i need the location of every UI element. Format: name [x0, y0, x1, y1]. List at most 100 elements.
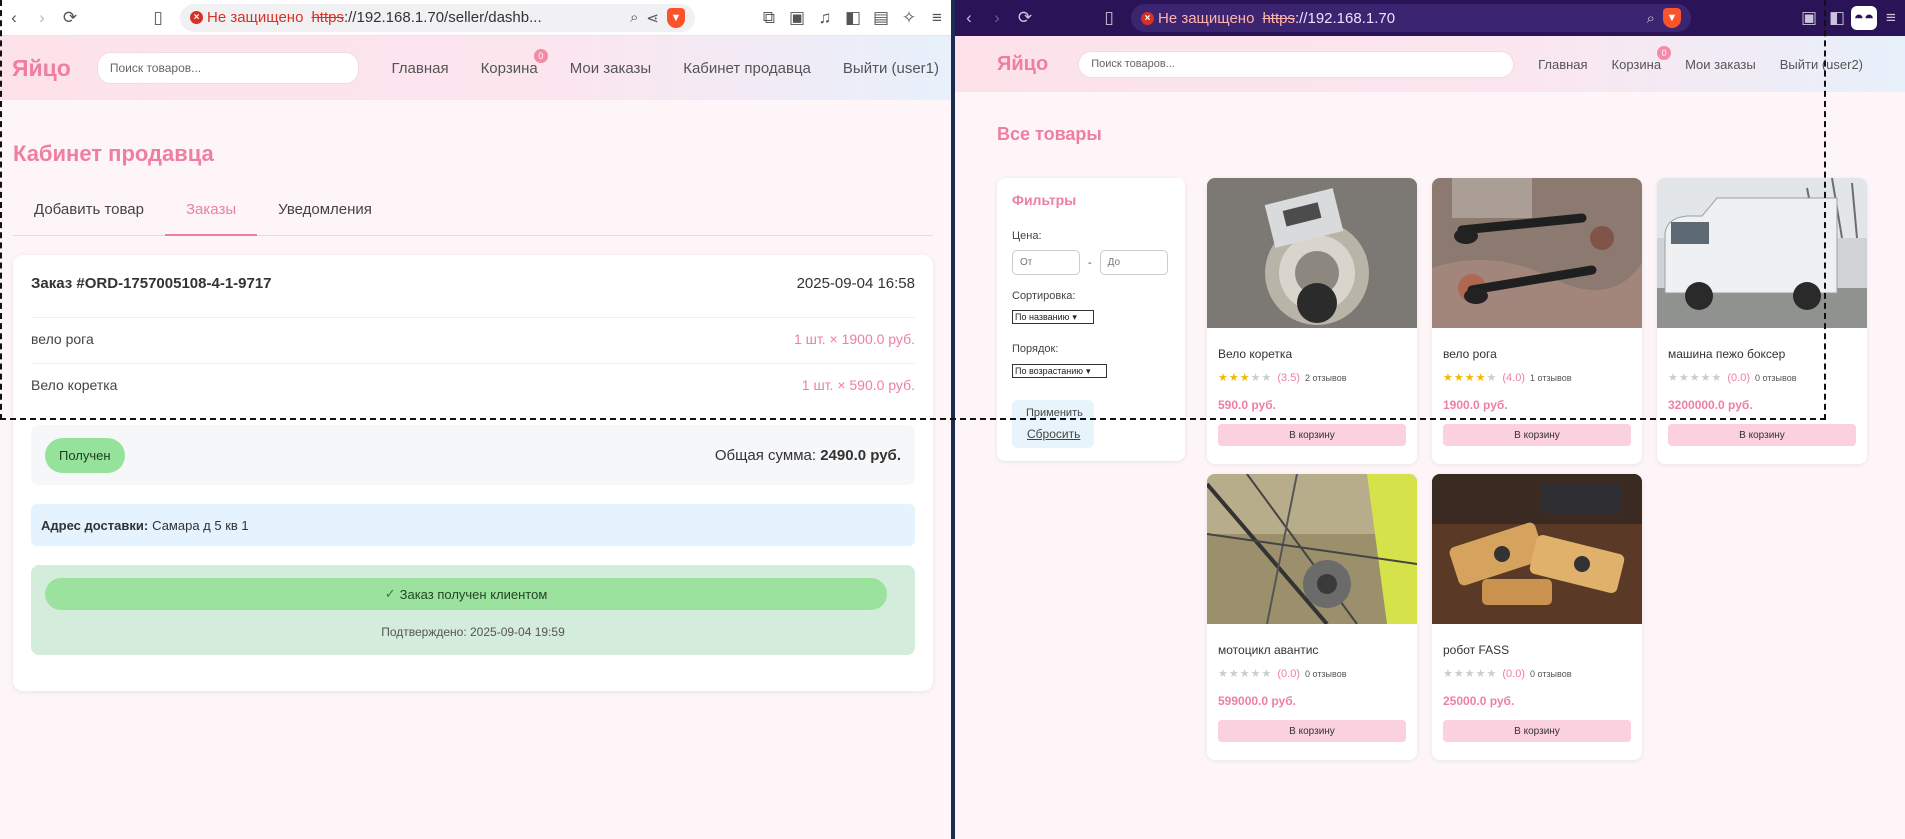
product-name[interactable]: мотоцикл авантис — [1218, 643, 1318, 657]
nav-my-orders[interactable]: Мои заказы — [570, 60, 652, 77]
star-icon: ★ — [1689, 372, 1701, 384]
not-secure-indicator[interactable]: × Не защищено — [190, 9, 303, 26]
menu-icon[interactable]: ≡ — [1877, 4, 1905, 32]
order-item-row: Вело коретка 1 шт. × 590.0 руб. — [31, 363, 915, 409]
add-to-cart-button[interactable]: В корзину — [1443, 424, 1631, 446]
review-count: 0 отзывов — [1305, 668, 1347, 679]
add-to-cart-button[interactable]: В корзину — [1668, 424, 1856, 446]
private-mode-icon[interactable]: ◓◓ — [1851, 6, 1877, 30]
zoom-icon[interactable]: ⌕ — [1647, 10, 1655, 27]
price-to-input[interactable]: До — [1099, 250, 1168, 275]
reload-icon[interactable]: ⟳ — [56, 4, 84, 32]
search-input[interactable]: Поиск товаров... — [96, 52, 360, 84]
order-id: Заказ #ORD-1757005108-4-1-9717 — [31, 275, 272, 292]
sidebar-icon[interactable]: ◧ — [1823, 4, 1851, 32]
not-secure-indicator[interactable]: × Не защищено — [1141, 10, 1254, 27]
chevron-down-icon: ▾ — [1085, 366, 1091, 376]
tab-notifications[interactable]: Уведомления — [257, 192, 393, 236]
order-date: 2025-09-04 16:58 — [796, 275, 915, 292]
star-icon: ★ — [1239, 668, 1251, 680]
nav-logout[interactable]: Выйти (user2) — [1780, 57, 1863, 72]
sort-select[interactable]: По названию ▾ — [1012, 310, 1094, 324]
star-icon: ★ — [1250, 668, 1262, 680]
star-icon: ★ — [1218, 668, 1229, 680]
confirmed-timestamp: Подтверждено: 2025-09-04 19:59 — [381, 625, 565, 639]
star-icon: ★ — [1486, 668, 1498, 680]
media-icon[interactable]: ♫ — [811, 4, 839, 32]
reset-filters-button[interactable]: Сбросить — [1012, 422, 1094, 448]
bookmark-icon[interactable]: ▯ — [144, 4, 172, 32]
price-from-input[interactable]: От — [1012, 250, 1080, 275]
site-logo[interactable]: Яйцо — [12, 55, 71, 82]
product-name[interactable]: Вело коретка — [1218, 347, 1292, 361]
product-image[interactable] — [1657, 178, 1867, 328]
back-icon[interactable]: ‹ — [955, 4, 983, 32]
share-icon[interactable]: ⋖ — [646, 9, 659, 27]
back-icon[interactable]: ‹ — [0, 4, 28, 32]
product-name[interactable]: робот FASS — [1443, 643, 1509, 657]
order-status-box: Получен Общая сумма: 2490.0 руб. — [31, 425, 915, 485]
product-card[interactable]: машина пежо боксер ★★★★★ (0.0) 0 отзывов… — [1657, 178, 1867, 464]
order-received-button[interactable]: ✓ Заказ получен клиентом — [45, 578, 887, 610]
extensions-icon[interactable]: ⧉ — [755, 4, 783, 32]
rating-stars: ★★★★★ — [1218, 371, 1272, 384]
price-range: От - До — [1012, 250, 1168, 275]
review-count: 1 отзывов — [1530, 372, 1572, 383]
forward-icon[interactable]: › — [28, 4, 56, 32]
product-card[interactable]: вело рога ★★★★★ (4.0) 1 отзывов 1900.0 р… — [1432, 178, 1642, 464]
star-icon: ★ — [1668, 372, 1679, 384]
order-item-row: вело рога 1 шт. × 1900.0 руб. — [31, 317, 915, 363]
tab-orders[interactable]: Заказы — [165, 192, 258, 236]
nav-my-orders[interactable]: Мои заказы — [1685, 57, 1756, 72]
nav-home[interactable]: Главная — [391, 60, 448, 77]
menu-icon[interactable]: ≡ — [923, 4, 951, 32]
confirmation-box: ✓ Заказ получен клиентом Подтверждено: 2… — [31, 565, 915, 655]
zoom-icon[interactable]: ⌕ — [630, 9, 638, 26]
product-image[interactable] — [1432, 474, 1642, 624]
brave-shields-icon[interactable]: ▼ — [667, 7, 685, 28]
forward-icon[interactable]: › — [983, 4, 1011, 32]
tab-add-product[interactable]: Добавить товар — [13, 192, 165, 236]
rating-stars: ★★★★★ — [1668, 371, 1722, 384]
add-to-cart-button[interactable]: В корзину — [1218, 424, 1406, 446]
bookmark-icon[interactable]: ▯ — [1095, 4, 1123, 32]
product-price: 599000.0 руб. — [1218, 694, 1296, 708]
reload-icon[interactable]: ⟳ — [1011, 4, 1039, 32]
search-input[interactable]: Поиск товаров... — [1078, 50, 1515, 78]
tab-search-icon[interactable]: ▣ — [1795, 4, 1823, 32]
product-image[interactable] — [1207, 474, 1417, 626]
nav-logout[interactable]: Выйти (user1) — [843, 60, 939, 77]
wallet-icon[interactable]: ▤ — [867, 4, 895, 32]
nav-home[interactable]: Главная — [1538, 57, 1587, 72]
order-item-price: 1 шт. × 590.0 руб. — [801, 377, 915, 393]
site-logo[interactable]: Яйцо — [997, 53, 1048, 76]
address-label: Адрес доставки: — [41, 517, 149, 533]
nav-cart[interactable]: Корзина 0 — [481, 48, 548, 77]
url-text: https://192.168.1.70/seller/dashb... — [311, 9, 542, 26]
order-select[interactable]: По возрастанию ▾ — [1012, 364, 1107, 378]
nav-seller-dashboard[interactable]: Кабинет продавца — [683, 60, 811, 77]
sidebar-icon[interactable]: ◧ — [839, 4, 867, 32]
star-icon: ★ — [1443, 668, 1454, 680]
product-image[interactable] — [1207, 178, 1417, 328]
address-bar[interactable]: × Не защищено https://192.168.1.70 ⌕ ▼ — [1131, 4, 1691, 32]
product-name[interactable]: вело рога — [1443, 347, 1497, 361]
not-secure-icon: × — [190, 11, 203, 24]
star-icon: ★ — [1464, 372, 1476, 384]
add-to-cart-button[interactable]: В корзину — [1218, 720, 1406, 742]
brave-shields-icon[interactable]: ▼ — [1663, 8, 1681, 28]
address-bar[interactable]: × Не защищено https://192.168.1.70/selle… — [180, 3, 695, 32]
filters-title: Фильтры — [1012, 192, 1077, 208]
product-image[interactable] — [1432, 178, 1642, 328]
product-card[interactable]: робот FASS ★★★★★ (0.0) 0 отзывов 25000.0… — [1432, 474, 1642, 760]
product-card[interactable]: мотоцикл авантис ★★★★★ (0.0) 0 отзывов 5… — [1207, 474, 1417, 760]
star-icon: ★ — [1453, 372, 1465, 384]
tab-search-icon[interactable]: ▣ — [783, 4, 811, 32]
right-browser-window: ‹ › ⟳ ▯ × Не защищено https://192.168.1.… — [955, 0, 1905, 839]
nav-cart[interactable]: Корзина 0 — [1612, 45, 1672, 72]
leo-ai-icon[interactable]: ✧ — [895, 4, 923, 32]
star-icon: ★ — [1475, 668, 1487, 680]
product-card[interactable]: Вело коретка ★★★★★ (3.5) 2 отзывов 590.0… — [1207, 178, 1417, 464]
product-name[interactable]: машина пежо боксер — [1668, 347, 1785, 361]
add-to-cart-button[interactable]: В корзину — [1443, 720, 1631, 742]
